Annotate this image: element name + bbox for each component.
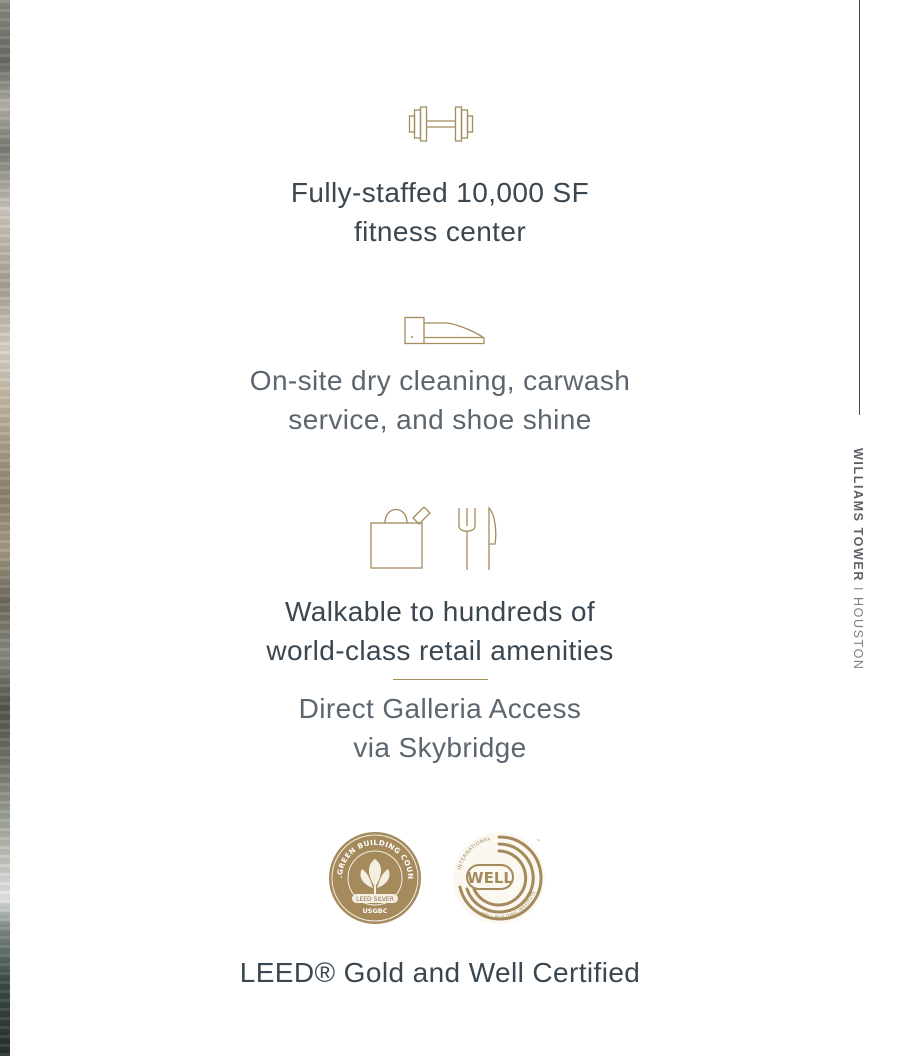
shoe-icon (404, 316, 485, 345)
feature-line: fitness center (353, 216, 527, 247)
certification-text: LEED® Gold and Well Certified (180, 953, 700, 992)
feature-line: service, and shoe shine (288, 404, 592, 435)
feature-line: via Skybridge (353, 732, 527, 763)
feature-skybridge-text: Direct Galleria Access via Skybridge (180, 689, 700, 767)
well-certified-badge: INTERNATIONAL WELL BUILDING INSTITUTE ™ … (453, 832, 545, 924)
well-label: WELL (467, 869, 513, 887)
side-vertical-rule (859, 0, 860, 415)
leed-org-text: USGBC (362, 907, 387, 915)
leed-silver-badge: U.S.GREEN BUILDING COUNCIL LEED SILVER U… (328, 831, 421, 924)
side-label-brand: WILLIAMS TOWER (851, 448, 865, 582)
left-photo-strip (0, 0, 10, 1056)
leed-level-text: LEED SILVER (356, 896, 394, 903)
feature-line: Fully-staffed 10,000 SF (290, 177, 590, 208)
dumbbell-icon (408, 106, 474, 142)
feature-retail-text: Walkable to hundreds of world-class reta… (180, 592, 700, 670)
feature-line: Walkable to hundreds of (284, 596, 596, 627)
side-label-separator: I (851, 586, 865, 593)
feature-line: world-class retail amenities (266, 635, 614, 666)
feature-fitness-text: Fully-staffed 10,000 SF fitness center (180, 173, 700, 251)
well-tm: ™ (536, 839, 541, 845)
side-label-city: HOUSTON (851, 597, 865, 671)
feature-line: Direct Galleria Access (298, 693, 582, 724)
certification-line: LEED® Gold and Well Certified (239, 957, 641, 988)
feature-line: On-site dry cleaning, carwash (249, 365, 631, 396)
feature-services-text: On-site dry cleaning, carwash service, a… (180, 361, 700, 439)
shopping-dining-icon (370, 506, 497, 570)
gold-divider (393, 679, 488, 680)
side-label: WILLIAMS TOWER I HOUSTON (851, 448, 865, 671)
